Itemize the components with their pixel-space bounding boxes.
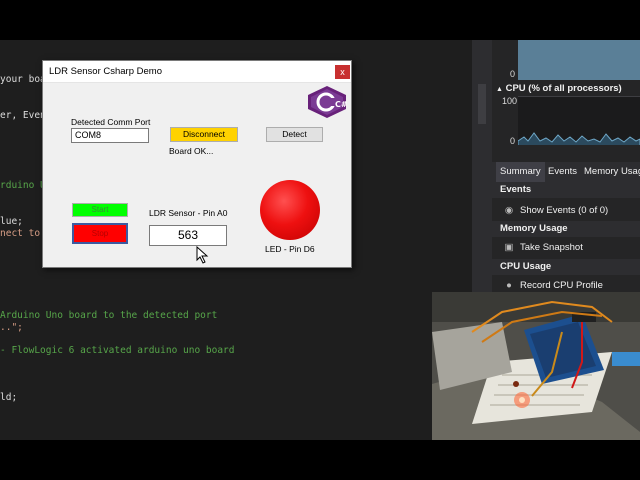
cpu-graph-title[interactable]: ▲ CPU (% of all processors) — [496, 83, 622, 94]
section-header-events: Events — [492, 182, 640, 198]
take-snapshot-link[interactable]: ▣ Take Snapshot — [504, 242, 583, 253]
record-cpu-profile-link[interactable]: ● Record CPU Profile — [504, 280, 603, 291]
tab-summary[interactable]: Summary — [496, 162, 545, 182]
comm-port-label: Detected Comm Port — [71, 117, 151, 127]
cpu-graph-line — [517, 132, 640, 145]
code-line: your boa — [0, 74, 46, 85]
cpu-graph-axis-max: 100 — [502, 96, 518, 106]
memory-graph-axis-zero: 0 — [510, 69, 516, 79]
sensor-label: LDR Sensor - Pin A0 — [149, 208, 228, 218]
detect-button[interactable]: Detect — [266, 127, 323, 142]
tab-memory-usage[interactable]: Memory Usag — [580, 162, 640, 182]
close-button[interactable]: x — [335, 65, 350, 79]
comm-port-field[interactable]: COM8 — [71, 128, 149, 143]
disconnect-button[interactable]: Disconnect — [170, 127, 238, 142]
mouse-pointer-icon — [196, 246, 209, 264]
code-line: - FlowLogic 6 activated arduino uno boar… — [0, 345, 235, 356]
scrollbar-thumb[interactable] — [478, 84, 486, 124]
take-snapshot-label: Take Snapshot — [520, 242, 583, 253]
start-button[interactable]: Start — [72, 203, 128, 217]
code-line: Arduino Uno board to the detected port — [0, 310, 218, 321]
cpu-graph-axis-zero: 0 — [510, 136, 516, 146]
window-titlebar[interactable]: LDR Sensor Csharp Demo x — [43, 61, 351, 83]
code-line: .."; — [0, 322, 23, 333]
cpu-graph-title-text: CPU (% of all processors) — [505, 83, 622, 94]
record-icon: ● — [506, 280, 512, 291]
code-line: ld; — [0, 392, 18, 403]
collapse-triangle-icon[interactable]: ▲ — [496, 86, 503, 93]
record-cpu-profile-label: Record CPU Profile — [520, 280, 603, 291]
stop-button[interactable]: Stop — [72, 223, 128, 244]
window-title: LDR Sensor Csharp Demo — [49, 66, 162, 77]
ldr-sensor-form-window: LDR Sensor Csharp Demo x C# Detected Com… — [42, 60, 352, 268]
board-status-label: Board OK... — [169, 146, 214, 156]
led-indicator — [260, 180, 320, 240]
code-line: lue; — [0, 216, 23, 227]
svg-text:C#: C# — [335, 100, 348, 109]
section-header-memory: Memory Usage — [492, 221, 640, 237]
show-events-label: Show Events (0 of 0) — [520, 205, 609, 216]
sensor-value-field[interactable]: 563 — [149, 225, 227, 246]
section-header-cpu: CPU Usage — [492, 259, 640, 275]
tab-events[interactable]: Events — [544, 162, 581, 182]
video-letterbox-top — [0, 0, 640, 40]
arduino-breadboard-photo — [432, 292, 640, 440]
camera-icon: ▣ — [504, 242, 514, 253]
led-label: LED - Pin D6 — [265, 244, 315, 254]
cpu-graph — [517, 96, 640, 145]
csharp-logo-icon: C# — [308, 86, 348, 118]
video-letterbox-bottom — [0, 440, 640, 480]
diagnostic-tabs: Summary Events Memory Usag — [492, 162, 640, 182]
webcam-inset — [432, 292, 640, 440]
eye-icon: ◉ — [504, 205, 514, 216]
memory-graph — [518, 40, 640, 80]
show-events-link[interactable]: ◉ Show Events (0 of 0) — [504, 205, 608, 216]
